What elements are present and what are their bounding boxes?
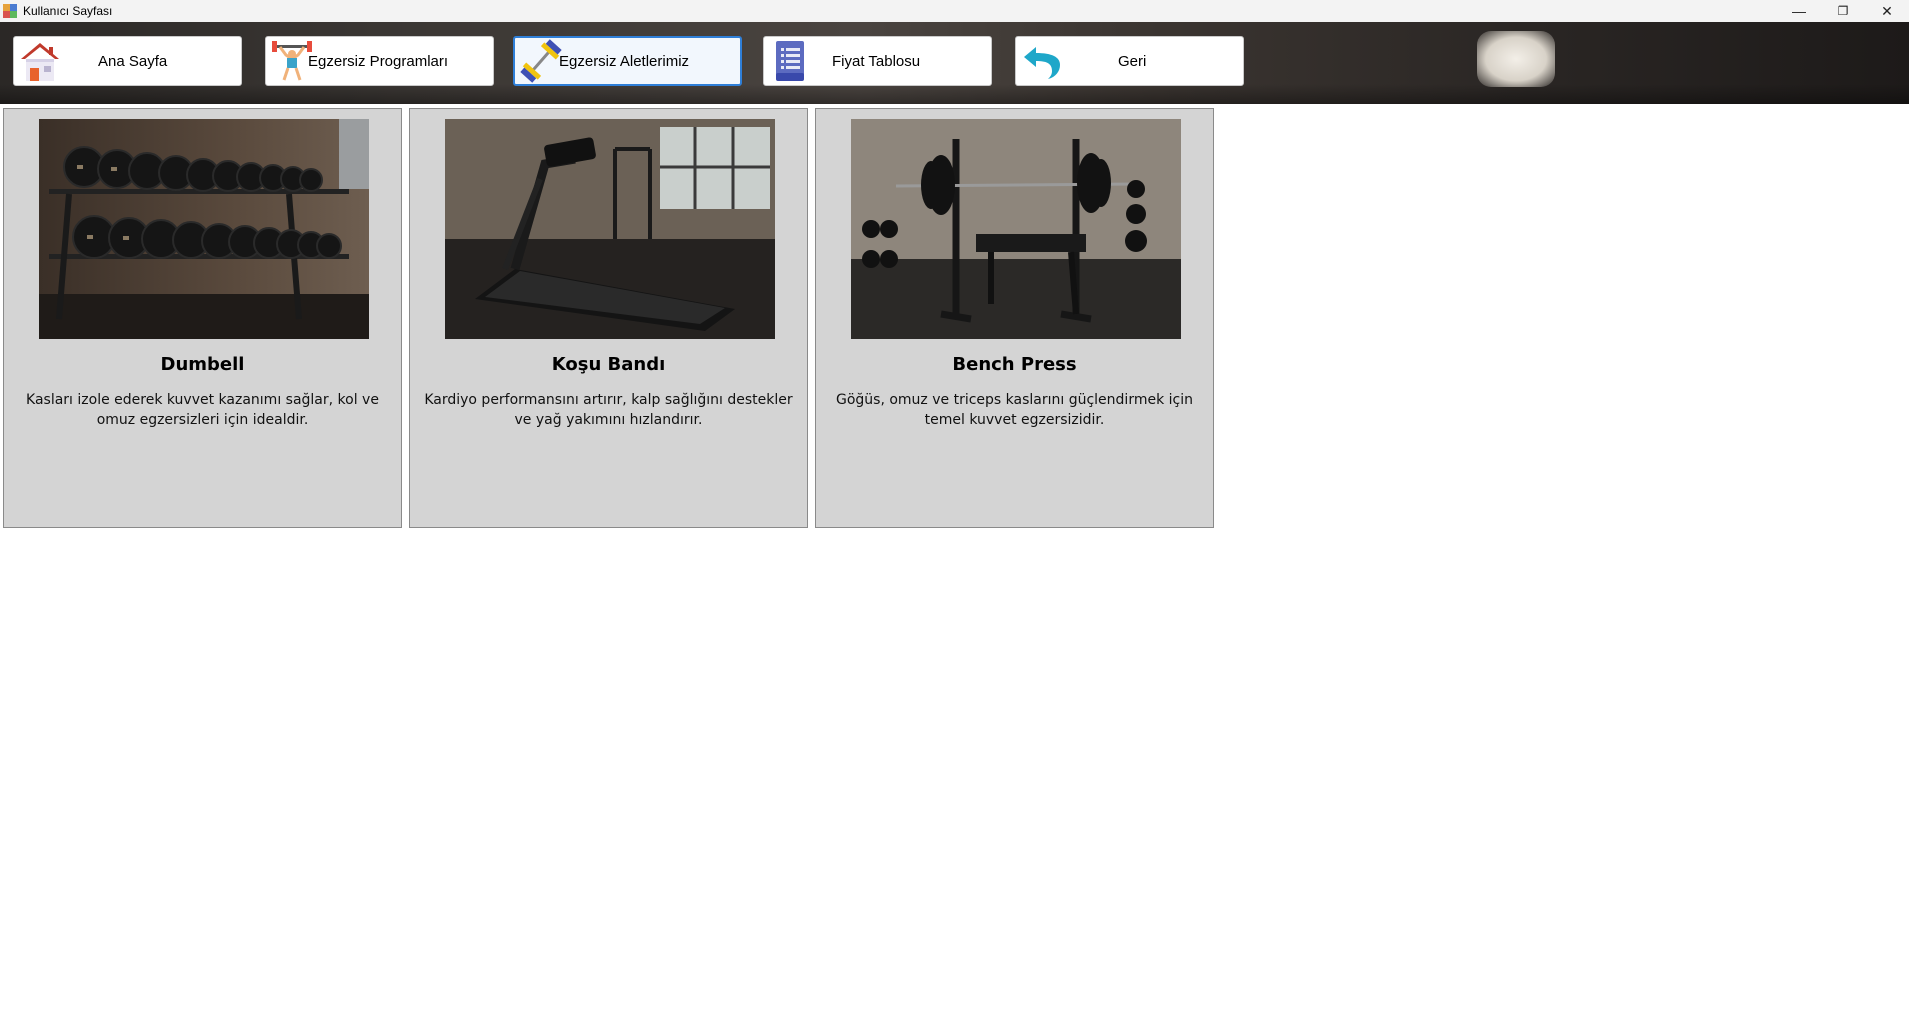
equipment-description: Göğüs, omuz ve triceps kaslarını güçlend… (835, 392, 1193, 428)
exercise-programs-label: Egzersiz Programları (308, 52, 449, 70)
back-button[interactable]: Geri (1015, 36, 1244, 86)
window-controls: — ❐ ✕ (1777, 0, 1909, 22)
exercise-equipment-label: Egzersiz Aletlerimiz (559, 52, 690, 70)
exercise-programs-button[interactable]: Egzersiz Programları (265, 36, 494, 86)
minimize-button[interactable]: — (1777, 0, 1821, 22)
weightlifter-icon (270, 39, 314, 83)
window-title: Kullanıcı Sayfası (23, 4, 113, 18)
back-arrow-icon (1020, 39, 1064, 83)
dumbbell-icon (519, 39, 563, 83)
equipment-name: Koşu Bandı (551, 354, 666, 375)
treadmill-image (445, 119, 775, 339)
price-table-button[interactable]: Fiyat Tablosu (763, 36, 992, 86)
close-button[interactable]: ✕ (1865, 0, 1909, 22)
document-list-icon (768, 39, 812, 83)
exercise-equipment-button[interactable]: Egzersiz Aletlerimiz (513, 36, 742, 86)
home-icon (18, 39, 62, 83)
dumbbell-rack-image (39, 119, 369, 339)
back-button-label: Geri (1118, 52, 1147, 70)
background-lamp (1477, 31, 1555, 87)
price-table-label: Fiyat Tablosu (832, 52, 921, 70)
equipment-description: Kardiyo performansını artırır, kalp sağl… (424, 392, 793, 428)
navigation-toolbar: Ana Sayfa Egzersiz Programları Egzersiz … (0, 22, 1909, 104)
home-button[interactable]: Ana Sayfa (13, 36, 242, 86)
app-icon (3, 4, 17, 18)
app-window: Kullanıcı Sayfası — ❐ ✕ Ana Sayfa Egzers… (0, 0, 1909, 1030)
equipment-card-bench-press: Bench Press Göğüs, omuz ve triceps kasla… (815, 108, 1214, 528)
equipment-name: Dumbell (160, 354, 245, 375)
restore-button[interactable]: ❐ (1821, 0, 1865, 22)
home-button-label: Ana Sayfa (98, 52, 168, 70)
equipment-name: Bench Press (952, 354, 1077, 375)
equipment-card-treadmill: Koşu Bandı Kardiyo performansını artırır… (409, 108, 808, 528)
bench-press-image (851, 119, 1181, 339)
equipment-card-dumbbell: Dumbell Kasları izole ederek kuvvet kaza… (3, 108, 402, 528)
equipment-description: Kasları izole ederek kuvvet kazanımı sağ… (26, 392, 379, 428)
title-bar: Kullanıcı Sayfası — ❐ ✕ (0, 0, 1909, 22)
